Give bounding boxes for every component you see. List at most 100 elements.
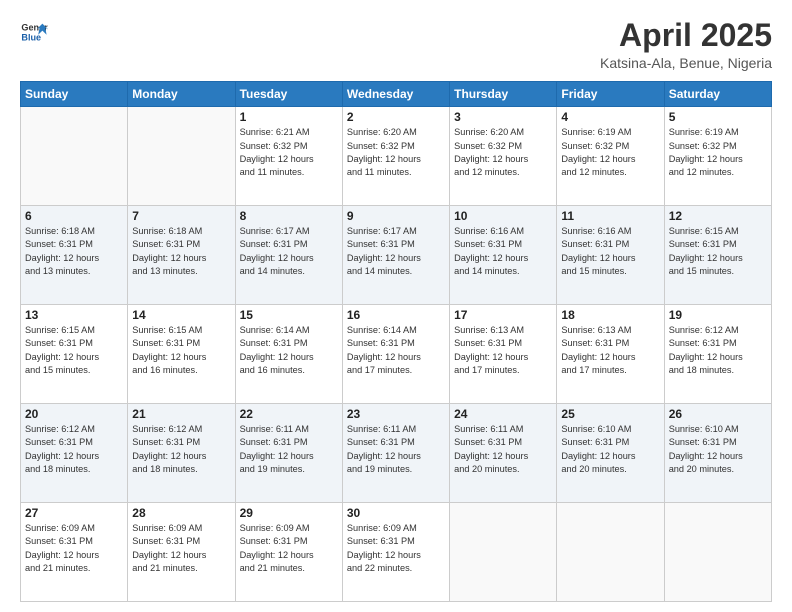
day-number: 2 [347, 110, 445, 124]
calendar-cell: 4 Sunrise: 6:19 AM Sunset: 6:32 PM Daylig… [557, 107, 664, 206]
weekday-header-sunday: Sunday [21, 82, 128, 107]
weekday-header-row: SundayMondayTuesdayWednesdayThursdayFrid… [21, 82, 772, 107]
day-number: 19 [669, 308, 767, 322]
day-number: 27 [25, 506, 123, 520]
day-number: 21 [132, 407, 230, 421]
weekday-header-wednesday: Wednesday [342, 82, 449, 107]
calendar-week-row: 1 Sunrise: 6:21 AM Sunset: 6:32 PM Daylig… [21, 107, 772, 206]
day-info: Sunrise: 6:14 AM Sunset: 6:31 PM Dayligh… [347, 324, 445, 377]
calendar-cell: 2 Sunrise: 6:20 AM Sunset: 6:32 PM Daylig… [342, 107, 449, 206]
weekday-header-tuesday: Tuesday [235, 82, 342, 107]
day-info: Sunrise: 6:17 AM Sunset: 6:31 PM Dayligh… [240, 225, 338, 278]
calendar-cell: 14 Sunrise: 6:15 AM Sunset: 6:31 PM Dayli… [128, 305, 235, 404]
day-info: Sunrise: 6:09 AM Sunset: 6:31 PM Dayligh… [240, 522, 338, 575]
calendar-week-row: 20 Sunrise: 6:12 AM Sunset: 6:31 PM Dayli… [21, 404, 772, 503]
calendar-cell: 9Sunrise: 6:17 AM Sunset: 6:31 PM Daylig… [342, 206, 449, 305]
calendar-cell: 25Sunrise: 6:10 AM Sunset: 6:31 PM Dayli… [557, 404, 664, 503]
day-number: 20 [25, 407, 123, 421]
calendar-cell: 16 Sunrise: 6:14 AM Sunset: 6:31 PM Dayli… [342, 305, 449, 404]
day-info: Sunrise: 6:10 AM Sunset: 6:31 PM Dayligh… [669, 423, 767, 476]
title-block: April 2025 Katsina-Ala, Benue, Nigeria [600, 18, 772, 71]
day-info: Sunrise: 6:13 AM Sunset: 6:31 PM Dayligh… [454, 324, 552, 377]
day-info: Sunrise: 6:15 AM Sunset: 6:31 PM Dayligh… [669, 225, 767, 278]
calendar-week-row: 27 Sunrise: 6:09 AM Sunset: 6:31 PM Dayli… [21, 503, 772, 602]
calendar-cell: 18Sunrise: 6:13 AM Sunset: 6:31 PM Dayli… [557, 305, 664, 404]
day-info: Sunrise: 6:15 AM Sunset: 6:31 PM Dayligh… [25, 324, 123, 377]
calendar-cell: 1 Sunrise: 6:21 AM Sunset: 6:32 PM Daylig… [235, 107, 342, 206]
day-number: 29 [240, 506, 338, 520]
day-number: 12 [669, 209, 767, 223]
day-info: Sunrise: 6:19 AM Sunset: 6:32 PM Dayligh… [669, 126, 767, 179]
day-info: Sunrise: 6:19 AM Sunset: 6:32 PM Dayligh… [561, 126, 659, 179]
calendar-cell: 28 Sunrise: 6:09 AM Sunset: 6:31 PM Dayli… [128, 503, 235, 602]
calendar-cell: 5Sunrise: 6:19 AM Sunset: 6:32 PM Daylig… [664, 107, 771, 206]
day-number: 4 [561, 110, 659, 124]
day-number: 30 [347, 506, 445, 520]
day-number: 16 [347, 308, 445, 322]
day-info: Sunrise: 6:12 AM Sunset: 6:31 PM Dayligh… [132, 423, 230, 476]
day-number: 10 [454, 209, 552, 223]
calendar-cell: 26Sunrise: 6:10 AM Sunset: 6:31 PM Dayli… [664, 404, 771, 503]
location-subtitle: Katsina-Ala, Benue, Nigeria [600, 55, 772, 71]
calendar-cell [450, 503, 557, 602]
day-number: 8 [240, 209, 338, 223]
day-info: Sunrise: 6:20 AM Sunset: 6:32 PM Dayligh… [347, 126, 445, 179]
calendar-cell: 20Sunrise: 6:12 AM Sunset: 6:31 PM Dayli… [21, 404, 128, 503]
day-number: 15 [240, 308, 338, 322]
weekday-header-friday: Friday [557, 82, 664, 107]
day-info: Sunrise: 6:09 AM Sunset: 6:31 PM Dayligh… [347, 522, 445, 575]
day-number: 14 [132, 308, 230, 322]
calendar-cell: 27 Sunrise: 6:09 AM Sunset: 6:31 PM Dayli… [21, 503, 128, 602]
weekday-header-thursday: Thursday [450, 82, 557, 107]
day-info: Sunrise: 6:11 AM Sunset: 6:31 PM Dayligh… [240, 423, 338, 476]
calendar-cell [557, 503, 664, 602]
weekday-header-monday: Monday [128, 82, 235, 107]
month-title: April 2025 [600, 18, 772, 53]
day-info: Sunrise: 6:18 AM Sunset: 6:31 PM Dayligh… [132, 225, 230, 278]
calendar-cell: 7 Sunrise: 6:18 AM Sunset: 6:31 PM Daylig… [128, 206, 235, 305]
day-info: Sunrise: 6:21 AM Sunset: 6:32 PM Dayligh… [240, 126, 338, 179]
calendar-cell [21, 107, 128, 206]
day-info: Sunrise: 6:14 AM Sunset: 6:31 PM Dayligh… [240, 324, 338, 377]
day-info: Sunrise: 6:11 AM Sunset: 6:31 PM Dayligh… [454, 423, 552, 476]
page: General Blue April 2025 Katsina-Ala, Ben… [0, 0, 792, 612]
day-info: Sunrise: 6:18 AM Sunset: 6:31 PM Dayligh… [25, 225, 123, 278]
logo-icon: General Blue [20, 18, 48, 46]
day-number: 1 [240, 110, 338, 124]
calendar-cell: 21 Sunrise: 6:12 AM Sunset: 6:31 PM Dayli… [128, 404, 235, 503]
day-info: Sunrise: 6:12 AM Sunset: 6:31 PM Dayligh… [669, 324, 767, 377]
calendar-cell: 13 Sunrise: 6:15 AM Sunset: 6:31 PM Dayli… [21, 305, 128, 404]
calendar-cell [128, 107, 235, 206]
day-number: 24 [454, 407, 552, 421]
calendar-cell: 12 Sunrise: 6:15 AM Sunset: 6:31 PM Dayli… [664, 206, 771, 305]
day-info: Sunrise: 6:17 AM Sunset: 6:31 PM Dayligh… [347, 225, 445, 278]
calendar-cell [664, 503, 771, 602]
day-info: Sunrise: 6:11 AM Sunset: 6:31 PM Dayligh… [347, 423, 445, 476]
calendar-cell: 11Sunrise: 6:16 AM Sunset: 6:31 PM Dayli… [557, 206, 664, 305]
day-number: 28 [132, 506, 230, 520]
day-number: 13 [25, 308, 123, 322]
calendar-cell: 24 Sunrise: 6:11 AM Sunset: 6:31 PM Dayli… [450, 404, 557, 503]
calendar-cell: 22Sunrise: 6:11 AM Sunset: 6:31 PM Dayli… [235, 404, 342, 503]
calendar-table: SundayMondayTuesdayWednesdayThursdayFrid… [20, 81, 772, 602]
calendar-week-row: 13 Sunrise: 6:15 AM Sunset: 6:31 PM Dayli… [21, 305, 772, 404]
day-info: Sunrise: 6:15 AM Sunset: 6:31 PM Dayligh… [132, 324, 230, 377]
day-number: 17 [454, 308, 552, 322]
day-number: 18 [561, 308, 659, 322]
header: General Blue April 2025 Katsina-Ala, Ben… [20, 18, 772, 71]
calendar-cell: 23 Sunrise: 6:11 AM Sunset: 6:31 PM Dayli… [342, 404, 449, 503]
calendar-week-row: 6 Sunrise: 6:18 AM Sunset: 6:31 PM Daylig… [21, 206, 772, 305]
calendar-cell: 6 Sunrise: 6:18 AM Sunset: 6:31 PM Daylig… [21, 206, 128, 305]
day-number: 23 [347, 407, 445, 421]
day-info: Sunrise: 6:16 AM Sunset: 6:31 PM Dayligh… [561, 225, 659, 278]
day-number: 7 [132, 209, 230, 223]
day-number: 6 [25, 209, 123, 223]
day-number: 3 [454, 110, 552, 124]
day-info: Sunrise: 6:20 AM Sunset: 6:32 PM Dayligh… [454, 126, 552, 179]
day-info: Sunrise: 6:09 AM Sunset: 6:31 PM Dayligh… [132, 522, 230, 575]
calendar-cell: 17 Sunrise: 6:13 AM Sunset: 6:31 PM Dayli… [450, 305, 557, 404]
day-info: Sunrise: 6:09 AM Sunset: 6:31 PM Dayligh… [25, 522, 123, 575]
weekday-header-saturday: Saturday [664, 82, 771, 107]
day-info: Sunrise: 6:16 AM Sunset: 6:31 PM Dayligh… [454, 225, 552, 278]
calendar-cell: 30 Sunrise: 6:09 AM Sunset: 6:31 PM Dayli… [342, 503, 449, 602]
